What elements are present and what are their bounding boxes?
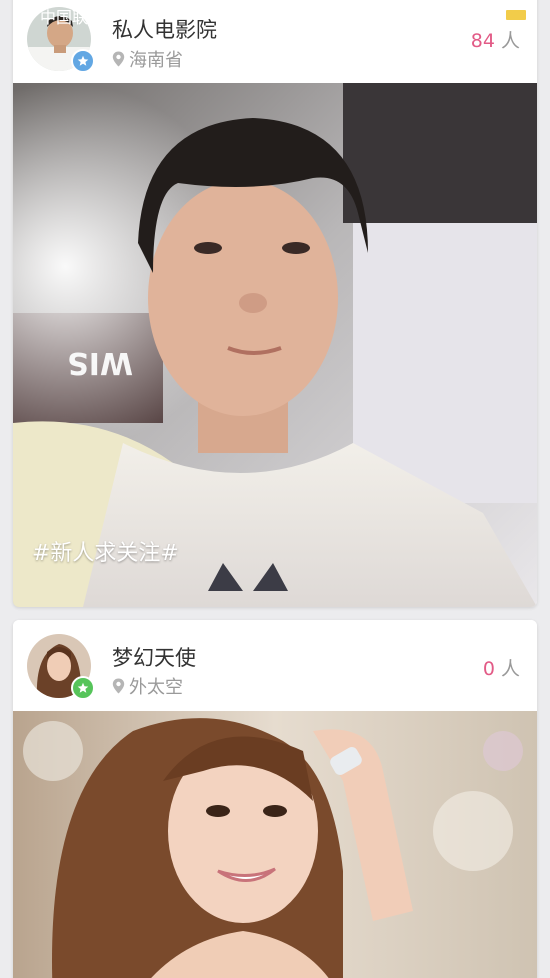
location-pin-icon — [112, 51, 125, 67]
carrier-label: 中国联 — [40, 8, 89, 27]
streamer-name[interactable]: 私人电影院 — [112, 14, 217, 44]
location-label: 海南省 — [129, 50, 183, 71]
live-card[interactable]: 梦幻天使 外太空 0 人 — [13, 620, 537, 978]
avatar[interactable] — [27, 634, 95, 700]
viewer-count-number: 84 — [470, 30, 495, 52]
viewer-count: 84 人 — [471, 26, 520, 53]
live-card[interactable]: 私人电影院 海南省 84 人 #新人求关注# — [13, 0, 537, 607]
location-label: 外太空 — [129, 677, 183, 698]
location: 海南省 — [112, 46, 183, 72]
location: 外太空 — [112, 673, 183, 699]
hashtag-label[interactable]: #新人求关注# — [32, 535, 179, 567]
live-cover-photo[interactable]: WIS #新人求关注# — [13, 83, 537, 607]
viewer-count: 0 人 — [483, 654, 520, 681]
viewer-count-unit: 人 — [500, 658, 520, 680]
viewer-count-number: 0 — [482, 658, 495, 680]
card-header: 梦幻天使 外太空 0 人 — [13, 620, 537, 711]
battery-icon — [506, 10, 526, 20]
streamer-name[interactable]: 梦幻天使 — [112, 642, 196, 672]
star-icon — [71, 676, 95, 700]
location-pin-icon — [112, 678, 125, 694]
card-header: 私人电影院 海南省 84 人 — [13, 0, 537, 83]
viewer-count-unit: 人 — [500, 30, 520, 52]
live-cover-photo[interactable] — [13, 711, 537, 978]
star-icon — [71, 49, 95, 73]
live-feed: 中国联 私人电影院 海南省 84 人 #新人求关注# 梦幻天使 外太空 0 人 — [0, 0, 550, 978]
